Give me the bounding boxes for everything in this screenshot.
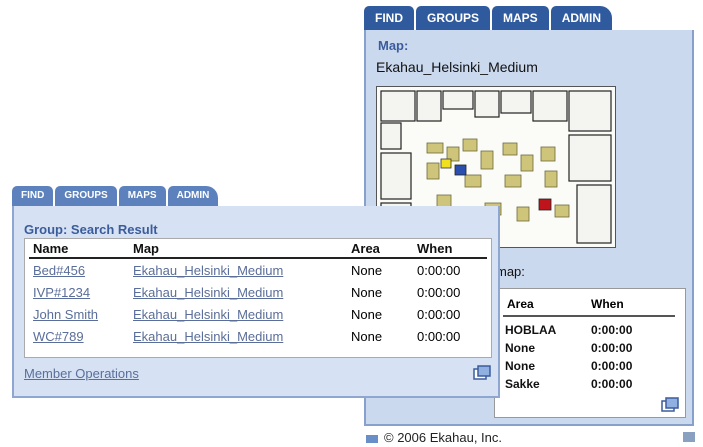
when-cell: 0:00:00 <box>591 377 633 391</box>
member-name-link[interactable]: Bed#456 <box>33 263 85 278</box>
member-name-link[interactable]: John Smith <box>33 307 98 322</box>
area-table: Area When HOBLAA 0:00:00 None 0:00:00 No… <box>494 288 686 418</box>
member-name-link[interactable]: WC#789 <box>33 329 84 344</box>
group-window-tabs: FIND GROUPS MAPS ADMIN <box>12 186 220 206</box>
member-operations-link[interactable]: Member Operations <box>24 366 139 381</box>
table-header: Name Map Area When <box>29 241 487 259</box>
group-panel: Group: Search Result Name Map Area When … <box>12 206 500 398</box>
area-table-header: Area When <box>503 295 675 317</box>
tab-maps[interactable]: MAPS <box>492 6 549 30</box>
tab-maps[interactable]: MAPS <box>118 186 166 206</box>
on-map-label: map: <box>496 264 525 279</box>
resize-corner-icon[interactable] <box>683 432 695 442</box>
area-cell: HOBLAA <box>505 323 557 337</box>
area-cell: Sakke <box>505 377 540 391</box>
dock-icon[interactable] <box>472 364 492 382</box>
group-window: FIND GROUPS MAPS ADMIN Group: Search Res… <box>12 186 500 400</box>
when-cell: 0:00:00 <box>417 329 461 344</box>
when-cell: 0:00:00 <box>417 263 461 278</box>
area-cell: None <box>505 359 535 373</box>
dock-icon[interactable] <box>660 396 680 414</box>
column-area: Area <box>507 297 534 311</box>
map-window-tabs: FIND GROUPS MAPS ADMIN <box>364 6 614 30</box>
when-cell: 0:00:00 <box>417 307 461 322</box>
area-cell: None <box>351 285 383 300</box>
group-result-table: Name Map Area When Bed#456 Ekahau_Helsin… <box>24 238 492 358</box>
map-link[interactable]: Ekahau_Helsinki_Medium <box>133 329 283 344</box>
column-map: Map <box>133 241 159 256</box>
area-cell: None <box>351 329 383 344</box>
member-name-link[interactable]: IVP#1234 <box>33 285 90 300</box>
group-title: Group: Search Result <box>24 222 158 237</box>
copyright-footer: © 2006 Ekahau, Inc. <box>366 430 502 445</box>
map-link[interactable]: Ekahau_Helsinki_Medium <box>133 263 283 278</box>
map-name: Ekahau_Helsinki_Medium <box>376 59 538 75</box>
column-name: Name <box>33 241 69 256</box>
when-cell: 0:00:00 <box>591 341 633 355</box>
area-cell: None <box>505 341 535 355</box>
tab-admin[interactable]: ADMIN <box>167 186 219 206</box>
column-when: When <box>417 241 453 256</box>
when-cell: 0:00:00 <box>417 285 461 300</box>
tab-admin[interactable]: ADMIN <box>550 6 613 30</box>
map-heading: Map: <box>378 38 409 53</box>
column-when: When <box>591 297 624 311</box>
tab-find[interactable]: FIND <box>364 6 414 30</box>
area-cell: None <box>351 263 383 278</box>
area-cell: None <box>351 307 383 322</box>
column-area: Area <box>351 241 380 256</box>
ekahau-footer-icon <box>366 434 378 443</box>
map-link[interactable]: Ekahau_Helsinki_Medium <box>133 285 283 300</box>
copyright-text: © 2006 Ekahau, Inc. <box>384 430 502 445</box>
when-cell: 0:00:00 <box>591 359 633 373</box>
when-cell: 0:00:00 <box>591 323 633 337</box>
tab-groups[interactable]: GROUPS <box>416 6 491 30</box>
map-link[interactable]: Ekahau_Helsinki_Medium <box>133 307 283 322</box>
tab-groups[interactable]: GROUPS <box>55 186 117 206</box>
tab-find[interactable]: FIND <box>12 186 54 206</box>
